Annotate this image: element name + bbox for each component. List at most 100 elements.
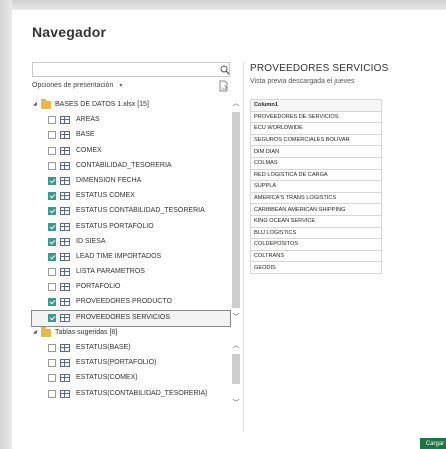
- scroll-thumb[interactable]: [232, 354, 240, 384]
- tree-item[interactable]: ID SIESA: [32, 235, 230, 250]
- table-icon: [60, 146, 70, 155]
- display-options-label: Opciones de presentación: [32, 82, 114, 89]
- checkbox-checked[interactable]: [48, 192, 56, 201]
- dialog-title: Navegador: [32, 24, 107, 40]
- tree-item[interactable]: PROVEEDORES SERVICIOS: [31, 309, 231, 327]
- tree-item[interactable]: ESTATUS(PORTAFOLIO): [32, 356, 230, 371]
- tree-item[interactable]: LISTA PARAMETROS: [32, 265, 230, 280]
- tree-item[interactable]: ESTATUS CONTABILIDAD_TESORERIA: [32, 204, 230, 219]
- collapse-caret-icon[interactable]: ◢: [33, 101, 37, 107]
- table-icon: [60, 298, 70, 307]
- tree-item-label: DIMENSION FECHA: [76, 176, 142, 184]
- table-cell: RED LOGISTICA DE CARGA: [250, 168, 382, 182]
- checkbox-checked[interactable]: [48, 176, 56, 185]
- scroll-up-icon[interactable]: ︿: [232, 100, 240, 108]
- checkbox-checked[interactable]: [48, 207, 56, 216]
- table-row: RED LOGISTICA DE CARGA: [250, 168, 382, 182]
- checkbox-checked[interactable]: [48, 237, 56, 246]
- window-shadow-left: [0, 0, 12, 449]
- collapse-caret-icon[interactable]: ◢: [33, 329, 37, 335]
- load-button[interactable]: Cargar: [420, 438, 446, 449]
- scroll-up-icon[interactable]: ︿: [232, 342, 240, 350]
- table-cell: COLTRANS: [250, 249, 382, 263]
- tree-item[interactable]: ESTATUS(CONTABILIDAD_TESORERIA): [32, 387, 230, 402]
- tree-item-label: ESTATUS(BASE): [76, 344, 131, 351]
- refresh-icon[interactable]: [218, 80, 229, 92]
- table-row: KING OCEAN SERVICE: [250, 214, 382, 228]
- table-icon: [60, 313, 70, 322]
- tree-root-label: BASES DE DATOS 1.xlsx [15]: [55, 101, 149, 108]
- checkbox[interactable]: [48, 116, 56, 125]
- tree-item[interactable]: ESTATUS(COMEX): [32, 371, 230, 386]
- tree-item[interactable]: AREAS: [32, 113, 230, 128]
- column-header: Column1: [250, 99, 382, 112]
- folder-icon: [41, 99, 51, 109]
- table-cell: ECU WORLDWIDE: [250, 122, 382, 135]
- tree-item[interactable]: DIMENSION FECHA: [32, 174, 230, 189]
- checkbox[interactable]: [48, 268, 56, 277]
- checkbox-checked[interactable]: [48, 222, 56, 231]
- checkbox[interactable]: [48, 161, 56, 170]
- tree-item-label: BASE: [76, 131, 95, 139]
- table-row: COLTRANS: [250, 249, 382, 263]
- tree-item-label: COMEX: [76, 146, 102, 154]
- tree-scrollbar-1[interactable]: ︿ ﹀: [231, 98, 241, 325]
- tree-item-label: ESTATUS COMEX: [76, 192, 135, 200]
- display-options-dropdown[interactable]: Opciones de presentación ▾: [32, 82, 122, 89]
- tree-item[interactable]: BASE: [32, 128, 230, 143]
- search-icon[interactable]: [220, 65, 230, 75]
- table-row: DIM DIAN: [250, 145, 382, 158]
- table-row: SEGUROS COMERCIALES BOLIVAR: [250, 133, 382, 147]
- tree-item[interactable]: ESTATUS PORTAFOLIO: [32, 220, 230, 235]
- checkbox[interactable]: [48, 146, 56, 155]
- tree-item-label: ESTATUS(PORTAFOLIO): [76, 359, 157, 367]
- scroll-down-icon[interactable]: ﹀: [232, 400, 240, 408]
- checkbox-checked[interactable]: [48, 298, 56, 307]
- tree-item[interactable]: ESTATUS COMEX: [32, 189, 230, 204]
- scroll-down-icon[interactable]: ﹀: [232, 314, 240, 322]
- tree-item-label: PORTAFOLIO: [76, 283, 121, 291]
- tree-root-suggested[interactable]: ◢ Tablas sugeridas [8]: [32, 326, 230, 341]
- table-icon: [60, 222, 70, 231]
- window-shadow-top: [0, 0, 446, 10]
- tree-item[interactable]: LEAD TIME IMPORTADOS: [32, 250, 230, 265]
- checkbox[interactable]: [48, 389, 56, 398]
- checkbox[interactable]: [48, 283, 56, 292]
- table-icon: [60, 116, 70, 125]
- search-input[interactable]: [32, 62, 230, 77]
- tree-item[interactable]: COMEX: [32, 144, 230, 159]
- scroll-thumb[interactable]: [232, 112, 240, 308]
- tree-item[interactable]: PROVEEDORES PRODUCTO: [32, 295, 230, 310]
- table-icon: [60, 389, 70, 398]
- table-icon: [60, 176, 70, 185]
- tree-root-workbook[interactable]: ◢ BASES DE DATOS 1.xlsx [15]: [32, 98, 230, 113]
- tree-item-label: ID SIESA: [76, 237, 106, 245]
- table-icon: [60, 192, 70, 201]
- table-row: PROVEEDORES DE SERVICIOS: [250, 110, 382, 124]
- table-icon: [60, 344, 70, 352]
- tree-item-label: ESTATUS PORTAFOLIO: [76, 222, 154, 230]
- table-row: AMERICA'S TRANS LOGISTICS: [250, 191, 382, 205]
- table-icon: [60, 237, 70, 246]
- navigator-tree: ◢ BASES DE DATOS 1.xlsx [15] AREAS BASE CO…: [31, 98, 231, 402]
- checkbox-checked[interactable]: [48, 313, 56, 322]
- tree-root-label: Tablas sugeridas [8]: [55, 328, 118, 336]
- checkbox-checked[interactable]: [48, 252, 56, 261]
- table-icon: [60, 283, 70, 292]
- tree-item[interactable]: CONTABILIDAD_TESORERIA: [32, 159, 230, 174]
- tree-item[interactable]: ESTATUS(BASE): [32, 341, 230, 356]
- tree-item[interactable]: PORTAFOLIO: [32, 280, 230, 295]
- checkbox[interactable]: [48, 131, 56, 140]
- table-row: CARIBBEAN AMERICAN SHIPPING: [250, 203, 382, 216]
- tree-item-label: PROVEEDORES SERVICIOS: [76, 313, 171, 321]
- table-icon: [60, 252, 70, 261]
- checkbox[interactable]: [48, 359, 56, 368]
- chevron-down-icon: ▾: [119, 83, 123, 89]
- checkbox[interactable]: [48, 374, 56, 383]
- table-icon: [60, 207, 70, 216]
- table-cell: DIM DIAN: [250, 145, 382, 158]
- table-cell: SUPPLA: [250, 180, 382, 193]
- table-row: ECU WORLDWIDE: [250, 122, 382, 135]
- tree-scrollbar-2[interactable]: ︿ ﹀: [231, 340, 241, 412]
- checkbox[interactable]: [48, 344, 56, 352]
